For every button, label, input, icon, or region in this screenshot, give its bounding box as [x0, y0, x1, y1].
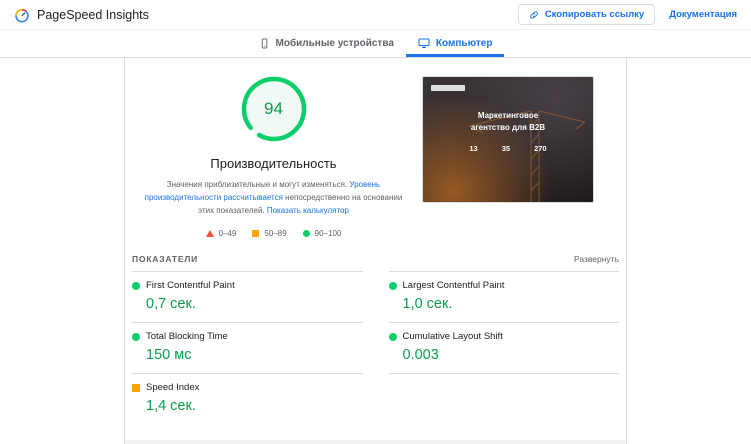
metric-label: Cumulative Layout Shift — [402, 331, 503, 343]
metric-status-icon — [132, 383, 140, 392]
metric-name-row: Speed Index — [132, 382, 363, 393]
metric-label: Speed Index — [146, 382, 200, 394]
site-stat-2: 35 — [501, 144, 511, 153]
tab-desktop-label: Компьютер — [435, 37, 493, 49]
metric-status-icon — [388, 281, 397, 290]
site-heading-line-2: агентство для B2B — [470, 123, 546, 132]
metric-cumulative-layout-shift: Cumulative Layout Shift 0.003 — [388, 322, 620, 373]
mobile-phone-icon — [259, 37, 270, 49]
metric-speed-index: Speed Index 1,4 сек. — [132, 373, 363, 424]
pagespeed-logo-icon — [14, 7, 30, 23]
legend-average: 50–89 — [252, 229, 287, 239]
metric-status-icon — [388, 332, 397, 341]
performance-gauge: 94 — [241, 76, 307, 142]
legend-average-range: 50–89 — [264, 229, 287, 239]
metric-status-icon — [132, 332, 140, 341]
site-logo — [431, 85, 465, 91]
tab-desktop[interactable]: Компьютер — [405, 30, 505, 57]
metric-total-blocking-time: Total Blocking Time 150 мс — [132, 322, 363, 373]
metric-row-divider — [388, 373, 619, 375]
tab-mobile[interactable]: Мобильные устройства — [247, 30, 406, 57]
score-legend: 0–49 50–89 90–100 — [205, 229, 342, 239]
fail-triangle-icon — [205, 230, 214, 238]
metrics-header: ПОКАЗАТЕЛИ Развернуть — [125, 254, 626, 271]
report-content: 94 Производительность Значения приблизит… — [124, 58, 627, 444]
metric-label: Total Blocking Time — [146, 331, 228, 343]
metrics-column-left: First Contentful Paint 0,7 сек. Total Bl… — [132, 271, 363, 424]
metric-value: 150 мс — [146, 347, 192, 364]
legend-fail-range: 0–49 — [218, 229, 237, 239]
metrics-column-right: Largest Contentful Paint 1,0 сек. Cumula… — [388, 271, 620, 424]
environment-bar: Captured at 18 дек. 2024 г., 13:49 GMT+4… — [125, 440, 626, 444]
metric-value: 1,0 сек. — [402, 296, 453, 313]
copy-link-button[interactable]: Скопировать ссылку — [517, 4, 656, 25]
metric-value: 0,7 сек. — [146, 296, 196, 313]
score-section: 94 Производительность Значения приблизит… — [125, 76, 626, 238]
site-heading-line-1: Маркетинговое — [477, 111, 539, 120]
legend-fail: 0–49 — [205, 229, 237, 239]
metric-label: Largest Contentful Paint — [402, 280, 505, 292]
page-screenshot-thumbnail: Маркетинговое агентство для B2B 13 35 27… — [422, 76, 594, 203]
legend-pass: 90–100 — [302, 229, 342, 239]
link-icon — [529, 10, 539, 20]
top-bar: PageSpeed Insights Скопировать ссылку До… — [0, 0, 751, 30]
device-tabs: Мобильные устройства Компьютер — [0, 30, 751, 58]
desktop-monitor-icon — [418, 37, 430, 49]
metric-value: 1,4 сек. — [146, 398, 196, 415]
pass-circle-icon — [302, 230, 310, 238]
description-text-1: Значения приблизительные и могут изменят… — [166, 180, 350, 189]
metric-label: First Contentful Paint — [146, 280, 235, 292]
metric-name-row: Largest Contentful Paint — [388, 280, 620, 292]
site-stat-3: 270 — [534, 144, 547, 153]
brand[interactable]: PageSpeed Insights — [14, 7, 149, 23]
metric-name-row: Total Blocking Time — [132, 331, 363, 342]
metric-largest-contentful-paint: Largest Contentful Paint 1,0 сек. — [388, 271, 620, 322]
expand-metrics-button[interactable]: Развернуть — [574, 254, 619, 264]
documentation-link[interactable]: Документация — [669, 9, 737, 20]
metrics-grid: First Contentful Paint 0,7 сек. Total Bl… — [125, 271, 626, 424]
performance-description: Значения приблизительные и могут изменят… — [145, 179, 403, 217]
metric-value: 0.003 — [402, 347, 439, 364]
performance-score: 94 — [264, 99, 283, 118]
site-stat-1: 13 — [469, 144, 478, 153]
average-square-icon — [252, 230, 260, 238]
site-hero-text: Маркетинговое агентство для B2B 13 35 27… — [423, 110, 593, 153]
show-calculator-link[interactable]: Показать калькулятор — [267, 206, 349, 215]
metric-name-row: Cumulative Layout Shift — [388, 331, 620, 343]
legend-pass-range: 90–100 — [314, 229, 342, 239]
top-bar-actions: Скопировать ссылку Документация — [517, 4, 737, 25]
site-stats: 13 35 270 — [423, 144, 593, 153]
performance-title: Производительность — [210, 156, 337, 171]
metric-name-row: First Contentful Paint — [132, 280, 363, 291]
score-column: 94 Производительность Значения приблизит… — [125, 76, 422, 238]
metrics-section-title: ПОКАЗАТЕЛИ — [132, 254, 199, 265]
tab-mobile-label: Мобильные устройства — [275, 37, 394, 49]
metric-status-icon — [132, 281, 140, 290]
copy-link-label: Скопировать ссылку — [544, 9, 645, 20]
app-title: PageSpeed Insights — [37, 7, 149, 22]
metric-first-contentful-paint: First Contentful Paint 0,7 сек. — [132, 271, 363, 322]
